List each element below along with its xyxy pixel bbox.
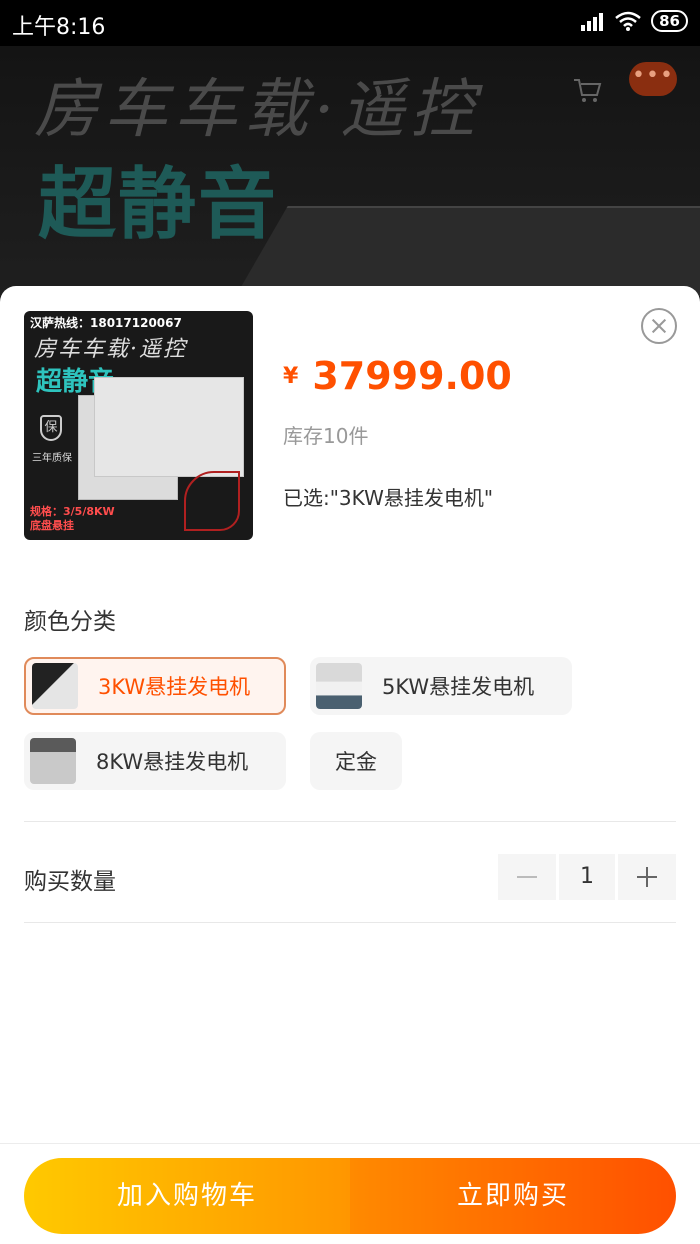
variant-option-5kw[interactable]: 5KW悬挂发电机 <box>310 657 572 715</box>
price: ¥37999.00 <box>283 354 512 398</box>
quantity-value[interactable]: 1 <box>559 854 615 900</box>
add-to-cart-button[interactable]: 加入购物车 <box>24 1158 350 1234</box>
variant-label: 5KW悬挂发电机 <box>382 675 535 699</box>
cart-icon[interactable] <box>572 76 602 104</box>
price-value: 37999.00 <box>312 354 512 398</box>
variant-thumbnail <box>316 663 362 709</box>
thumbnail-warranty: 三年质保 <box>32 453 72 464</box>
sku-sheet: 汉萨热线：18017120067 房车车载·遥控 超静音 保 三年质保 规格：3… <box>0 286 700 1244</box>
thumbnail-wire <box>184 471 240 531</box>
battery-indicator: 86 <box>651 10 688 32</box>
status-icons: 86 <box>579 10 688 32</box>
thumbnail-generator <box>94 377 244 477</box>
variant-label: 定金 <box>335 750 377 774</box>
variant-section-title: 颜色分类 <box>24 609 116 635</box>
banner-subtitle: 超静音 <box>38 160 279 250</box>
increase-quantity-button[interactable] <box>618 854 676 900</box>
action-bar-divider <box>0 1143 700 1144</box>
stock-count: 库存10件 <box>283 424 369 448</box>
thumbnail-hotline: 汉萨热线：18017120067 <box>30 316 182 330</box>
quantity-label: 购买数量 <box>24 869 116 895</box>
thumbnail-spec: 规格：3/5/8KW 底盘悬挂 <box>30 505 115 533</box>
more-icon[interactable]: ••• <box>629 62 677 96</box>
wifi-icon <box>615 11 641 31</box>
selected-variant: 已选:"3KW悬挂发电机" <box>283 486 494 510</box>
variant-option-deposit[interactable]: 定金 <box>310 732 402 790</box>
variant-label: 3KW悬挂发电机 <box>98 675 251 699</box>
variant-thumbnail <box>30 738 76 784</box>
thumbnail-title: 房车车载·遥控 <box>34 337 187 362</box>
shield-icon: 保 <box>40 415 62 441</box>
buy-now-button[interactable]: 立即购买 <box>350 1158 676 1234</box>
close-icon[interactable] <box>641 308 677 344</box>
variant-label: 8KW悬挂发电机 <box>96 750 249 774</box>
product-banner: 房车车载·遥控 超静音 ••• <box>0 46 700 296</box>
product-thumbnail: 汉萨热线：18017120067 房车车载·遥控 超静音 保 三年质保 规格：3… <box>24 311 253 540</box>
signal-icon <box>581 13 604 31</box>
divider <box>24 922 676 923</box>
status-bar: 上午8:16 86 <box>0 0 700 46</box>
variant-thumbnail <box>32 663 78 709</box>
quantity-stepper: 1 <box>498 854 676 900</box>
currency-symbol: ¥ <box>283 364 299 389</box>
thumbnail-spec-line2: 底盘悬挂 <box>30 519 74 532</box>
variant-option-8kw[interactable]: 8KW悬挂发电机 <box>24 732 286 790</box>
variant-option-3kw[interactable]: 3KW悬挂发电机 <box>24 657 286 715</box>
status-time: 上午8:16 <box>12 15 106 40</box>
banner-title: 房车车载·遥控 <box>34 73 481 147</box>
thumbnail-spec-line1: 规格：3/5/8KW <box>30 505 115 518</box>
divider <box>24 821 676 822</box>
decrease-quantity-button[interactable] <box>498 854 556 900</box>
